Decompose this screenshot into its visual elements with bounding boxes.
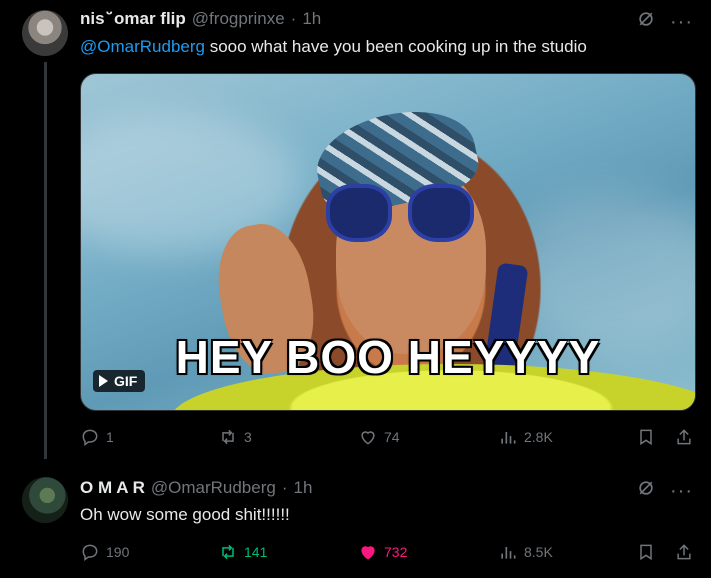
share-icon [677,429,691,445]
gif-badge-label: GIF [114,373,138,389]
bookmark-button[interactable] [636,542,656,562]
bookmark-button[interactable] [636,427,656,447]
grok-icon[interactable] [636,478,656,503]
timestamp[interactable]: 1h [294,478,313,498]
tweet-text-content: sooo what have you been cooking up in th… [204,37,587,56]
more-icon[interactable]: ··· [670,12,693,32]
author-name[interactable]: nis ̈̆ omar flip [80,9,186,29]
more-icon[interactable]: ··· [670,481,693,501]
views-count: 8.5K [524,544,553,560]
timestamp[interactable]: 1h [302,9,321,29]
bookmark-icon [640,429,652,446]
reply-icon [82,544,98,561]
reply-count: 190 [106,544,130,560]
heart-icon [361,431,375,445]
share-button[interactable] [674,542,694,562]
avatar[interactable] [22,10,68,56]
views-count: 2.8K [524,429,553,445]
tweet-top-actions: ··· [636,9,693,34]
repost-icon [222,429,234,445]
like-button[interactable]: 732 [358,542,407,562]
tweet-header: nis ̈̆ omar flip @frogprinxe · 1h [80,8,321,30]
separator-dot: · [290,9,297,28]
sunglasses [326,184,476,246]
tweet-actions: 190 141 732 8.5K [80,542,696,564]
reply-button[interactable]: 190 [80,542,129,562]
like-count: 74 [384,429,400,445]
tweet-text: @OmarRudberg sooo what have you been coo… [80,37,587,57]
views-icon [501,547,516,559]
mention-link[interactable]: @OmarRudberg [80,37,205,56]
reply-icon [82,429,98,446]
author-handle[interactable]: @OmarRudberg [151,478,276,498]
repost-count: 3 [244,429,252,445]
grok-icon[interactable] [636,9,656,34]
share-icon [677,544,691,560]
tweet-actions: 1 3 74 2.8K [80,427,696,449]
author-name[interactable]: O M A R [80,478,145,498]
gif-caption: HEY BOO HEYYYY [175,331,601,383]
bookmark-icon [640,544,652,561]
repost-icon [222,544,234,560]
share-button[interactable] [674,427,694,447]
author-handle[interactable]: @frogprinxe [192,9,285,29]
repost-count: 141 [244,544,268,560]
gif-media[interactable]: HEY BOO HEYYYY GIF [80,73,696,411]
tweet-top-actions: ··· [636,478,693,503]
separator-dot: · [281,478,288,497]
heart-icon [361,546,375,560]
reply-button[interactable]: 1 [80,427,114,447]
views-icon [501,432,516,444]
reply-count: 1 [106,429,114,445]
repost-button[interactable]: 3 [218,427,252,447]
views-button[interactable]: 2.8K [498,427,553,447]
like-button[interactable]: 74 [358,427,400,447]
views-button[interactable]: 8.5K [498,542,553,562]
avatar[interactable] [22,477,68,523]
tweet-text: Oh wow some good shit!!!!!! [80,505,290,524]
repost-button[interactable]: 141 [218,542,267,562]
thread-line [44,62,47,459]
tweet-header: O M A R @OmarRudberg · 1h [80,477,312,499]
play-icon [99,375,108,387]
like-count: 732 [384,544,408,560]
gif-badge[interactable]: GIF [93,370,146,392]
